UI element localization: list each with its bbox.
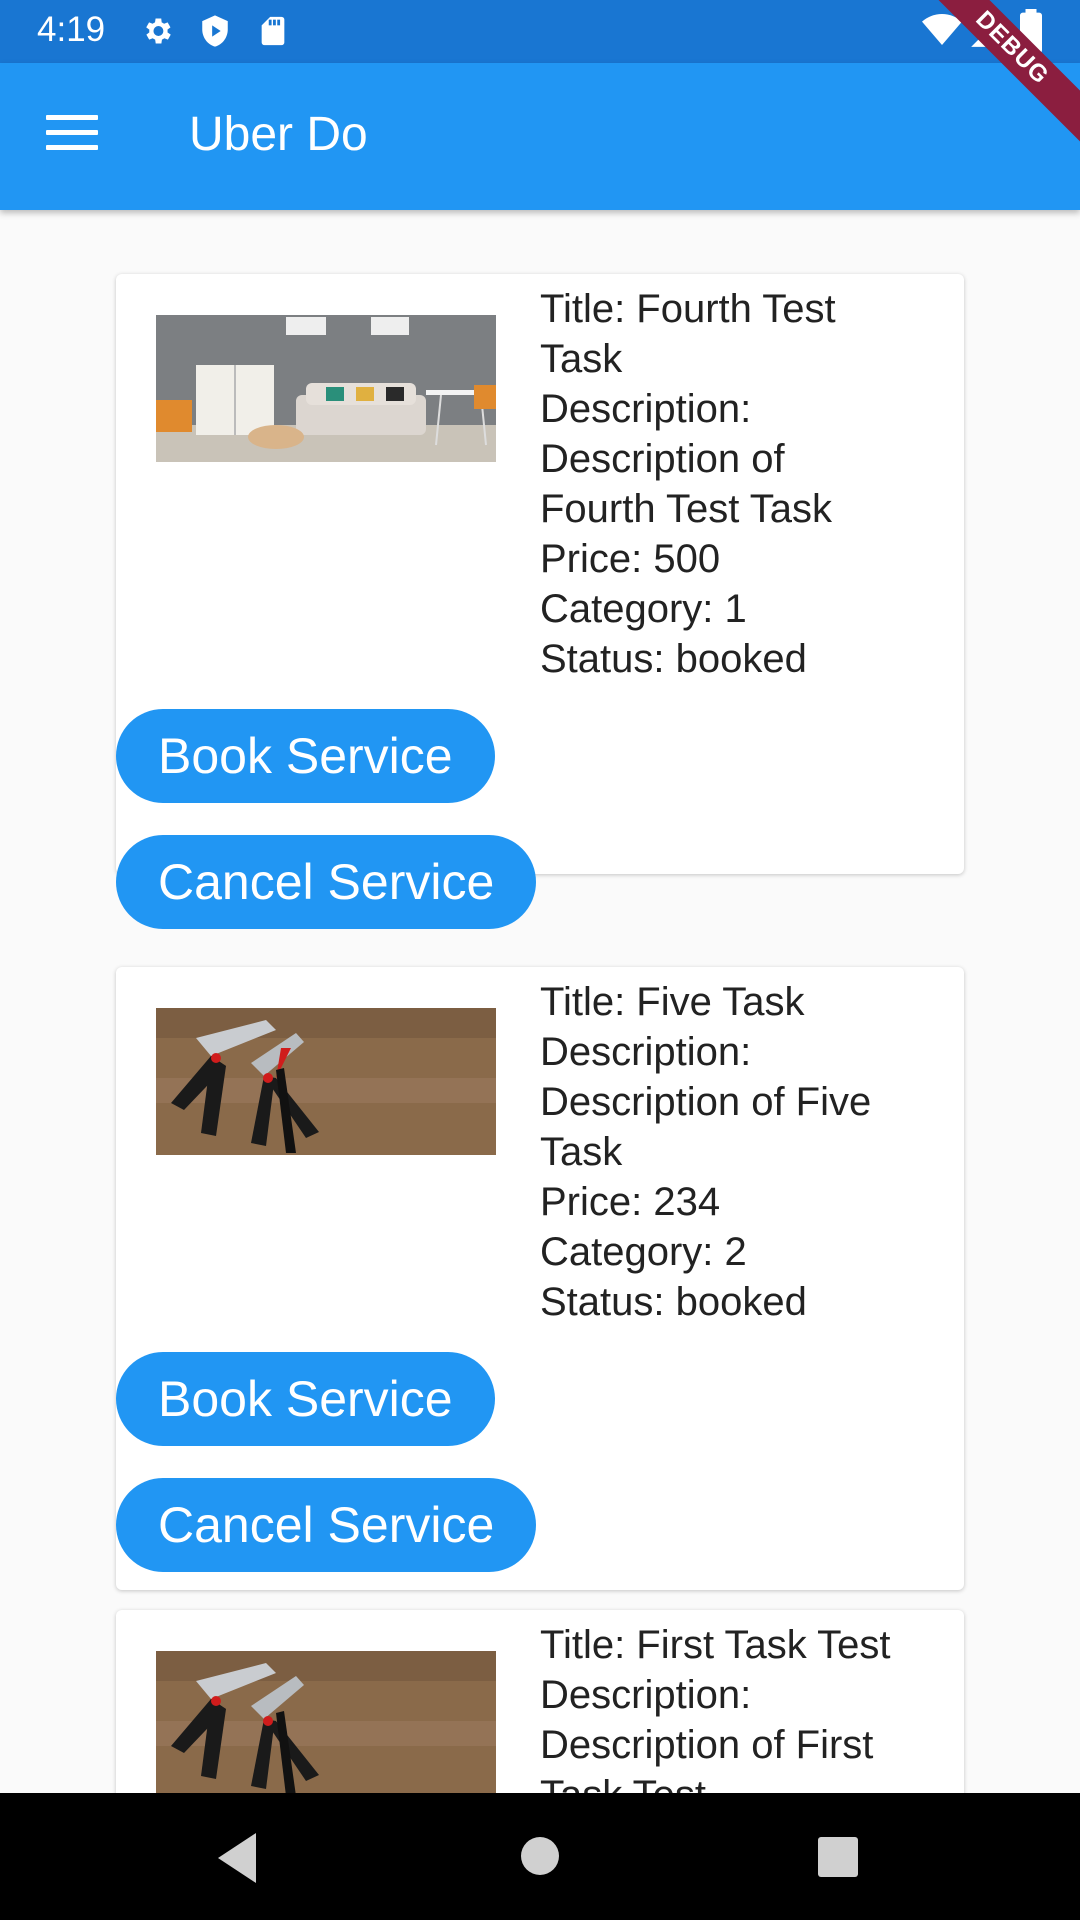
settings-icon — [146, 18, 171, 44]
app-bar: Uber Do — [0, 63, 1080, 210]
pliers-photo — [156, 1008, 496, 1155]
task-price: Price: 500 — [540, 537, 721, 581]
task-card: Title: Fourth Test Task Description: Des… — [116, 274, 964, 929]
task-details: Title: First Task Test Description: Desc… — [540, 1620, 940, 1793]
recents-icon[interactable] — [778, 1793, 898, 1920]
status-time: 4:19 — [37, 10, 106, 49]
task-card: Title: First Task Test Description: Desc… — [116, 1610, 964, 1793]
task-details: Title: Fourth Test Task Description: Des… — [540, 284, 940, 684]
task-description-cont: Task Test — [540, 1770, 940, 1793]
task-details: Title: Five Task Description: Descriptio… — [540, 977, 940, 1327]
shield-icon — [202, 15, 228, 47]
book-service-button[interactable]: Book Service — [116, 709, 495, 803]
task-description: Description of — [540, 437, 785, 481]
back-icon[interactable] — [178, 1793, 298, 1920]
cancel-service-button[interactable]: Cancel Service — [116, 1478, 537, 1572]
system-nav-bar — [0, 1793, 1080, 1920]
task-status: Status: booked — [540, 1280, 807, 1324]
task-description-label: Description: — [540, 1673, 752, 1717]
sd-card-icon — [261, 16, 285, 46]
task-description-label: Description: — [540, 1030, 752, 1074]
app-title: Uber Do — [189, 108, 368, 161]
task-status: Status: booked — [540, 637, 807, 681]
task-title: Title: Fourth Test — [540, 287, 836, 331]
cancel-service-button[interactable]: Cancel Service — [116, 835, 537, 929]
book-service-button[interactable]: Book Service — [116, 1352, 495, 1446]
task-category: Category: 1 — [540, 587, 747, 631]
task-description-cont: Task — [540, 1130, 623, 1174]
task-card: Title: Five Task Description: Descriptio… — [116, 967, 964, 1590]
task-description: Description of Five — [540, 1080, 872, 1124]
pliers-photo — [156, 1651, 496, 1793]
home-icon[interactable] — [480, 1793, 600, 1920]
task-title: Title: Five Task — [540, 980, 805, 1024]
task-list[interactable]: Title: Fourth Test Task Description: Des… — [0, 210, 1080, 1793]
living-room-photo — [156, 315, 496, 462]
task-category: Category: 2 — [540, 1230, 747, 1274]
task-title: Title: First Task Test — [540, 1623, 891, 1667]
task-description-label: Description: — [540, 387, 752, 431]
task-description: Description of First — [540, 1723, 874, 1767]
hamburger-menu-icon[interactable] — [46, 115, 98, 155]
task-description-cont: Fourth Test Task — [540, 487, 832, 531]
task-title-cont: Task — [540, 337, 623, 381]
task-price: Price: 234 — [540, 1180, 721, 1224]
status-bar: 4:19 — [0, 0, 1080, 63]
